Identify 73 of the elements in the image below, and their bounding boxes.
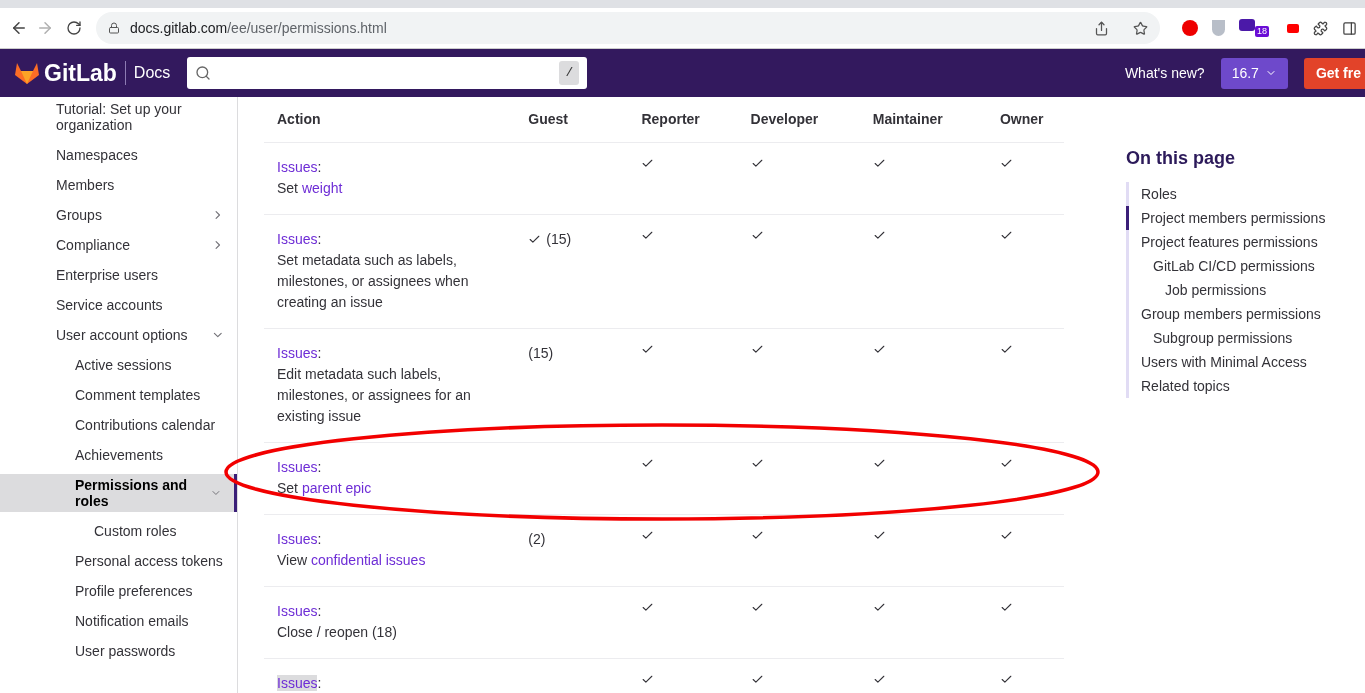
- action-text: Set: [277, 179, 299, 196]
- toc-link[interactable]: Roles: [1126, 182, 1326, 206]
- sidebar-item[interactable]: Enterprise users: [0, 264, 237, 286]
- share-icon[interactable]: [1094, 20, 1109, 36]
- toc-link[interactable]: Subgroup permissions: [1126, 326, 1326, 350]
- shortcut-key: /: [559, 61, 580, 85]
- whats-new-link[interactable]: What's new?: [1124, 62, 1205, 84]
- column-header: Guest: [515, 97, 629, 142]
- section-title[interactable]: Docs: [133, 61, 171, 85]
- colon-text: :: [317, 158, 322, 175]
- sidebar-item[interactable]: Profile preferences: [0, 580, 237, 602]
- sidebar-item[interactable]: Compliance: [0, 234, 237, 256]
- sidebar-item[interactable]: Notification emails: [0, 610, 237, 632]
- action-link[interactable]: weight: [301, 179, 343, 196]
- action-link[interactable]: parent epic: [301, 479, 372, 496]
- toc-link[interactable]: Project features permissions: [1126, 230, 1326, 254]
- action-text: View: [277, 551, 309, 568]
- footnote-text: (15): [546, 229, 572, 249]
- logo-text[interactable]: GitLab: [44, 55, 117, 91]
- search-icon: [195, 65, 212, 81]
- version-dropdown[interactable]: 16.7: [1220, 57, 1288, 89]
- back-icon[interactable]: [10, 19, 28, 37]
- extension-icon[interactable]: [1239, 19, 1255, 31]
- sidebar-item[interactable]: Groups: [0, 204, 237, 226]
- sidebar-item[interactable]: Achievements: [0, 444, 237, 466]
- puzzle-icon[interactable]: [1313, 20, 1328, 36]
- action-text: Edit metadata such labels, milestones, or assignees for an existing issue: [277, 365, 471, 424]
- toc-link[interactable]: Group members permissions: [1126, 302, 1326, 326]
- toc-link[interactable]: Project members permissions: [1126, 206, 1326, 230]
- sidebar-item[interactable]: Members: [0, 174, 237, 196]
- footnote-text: (2): [528, 529, 546, 549]
- column-header: Reporter: [628, 97, 738, 142]
- sidebar-item[interactable]: Permissions and roles: [0, 474, 237, 512]
- colon-text: :: [317, 344, 322, 361]
- sidebar-item[interactable]: Service accounts: [0, 294, 237, 316]
- sidebar-item[interactable]: Custom roles: [0, 520, 237, 542]
- action-text: Close / reopen (18): [277, 623, 397, 640]
- column-header: Action: [264, 97, 516, 142]
- fox-logo-icon: [14, 61, 40, 85]
- reload-icon[interactable]: [65, 20, 82, 36]
- toc-link[interactable]: Job permissions: [1126, 278, 1326, 302]
- column-header: Owner: [986, 97, 1064, 142]
- sidebar-item[interactable]: Tutorial: Set up your organization: [0, 98, 237, 136]
- sidebar-item[interactable]: Namespaces: [0, 144, 237, 166]
- action-text: Set: [277, 479, 299, 496]
- sidebar-item[interactable]: Contributions calendar: [0, 414, 237, 436]
- address-bar[interactable]: docs.gitlab.com/ee/user/permissions.html: [95, 12, 1160, 44]
- side-panel-icon[interactable]: [1342, 20, 1357, 36]
- extension-badge: 18: [1255, 26, 1269, 37]
- toc-title: On this page: [1126, 147, 1236, 170]
- action-text: Set metadata such as labels, milestones, or assignees when creating an issue: [277, 251, 469, 310]
- colon-text: :: [317, 674, 322, 691]
- colon-text: :: [317, 230, 322, 247]
- colon-text: :: [317, 530, 322, 547]
- colon-text: :: [317, 602, 322, 619]
- colon-text: :: [317, 458, 322, 475]
- sidebar-item[interactable]: User passwords: [0, 640, 237, 662]
- toc-link[interactable]: Related topics: [1126, 374, 1326, 398]
- get-free-trial-button[interactable]: Get fre: [1303, 57, 1365, 89]
- footnote-text: (15): [528, 343, 554, 363]
- sidebar-item[interactable]: User account options: [0, 324, 237, 346]
- search-field[interactable]: /: [187, 57, 588, 89]
- toc-link[interactable]: GitLab CI/CD permissions: [1126, 254, 1326, 278]
- action-link[interactable]: confidential issues: [311, 551, 426, 568]
- column-header: Developer: [737, 97, 860, 142]
- toc-link[interactable]: Users with Minimal Access: [1126, 350, 1326, 374]
- bookmark-star-icon[interactable]: [1133, 20, 1148, 36]
- sidebar-item[interactable]: Active sessions: [0, 354, 237, 376]
- url-text: docs.gitlab.com/ee/user/permissions.html: [129, 18, 388, 38]
- column-header: Maintainer: [859, 97, 987, 142]
- lock-icon: [107, 22, 120, 34]
- sidebar-item[interactable]: Personal access tokens: [0, 550, 237, 572]
- sidebar-item[interactable]: Comment templates: [0, 384, 237, 406]
